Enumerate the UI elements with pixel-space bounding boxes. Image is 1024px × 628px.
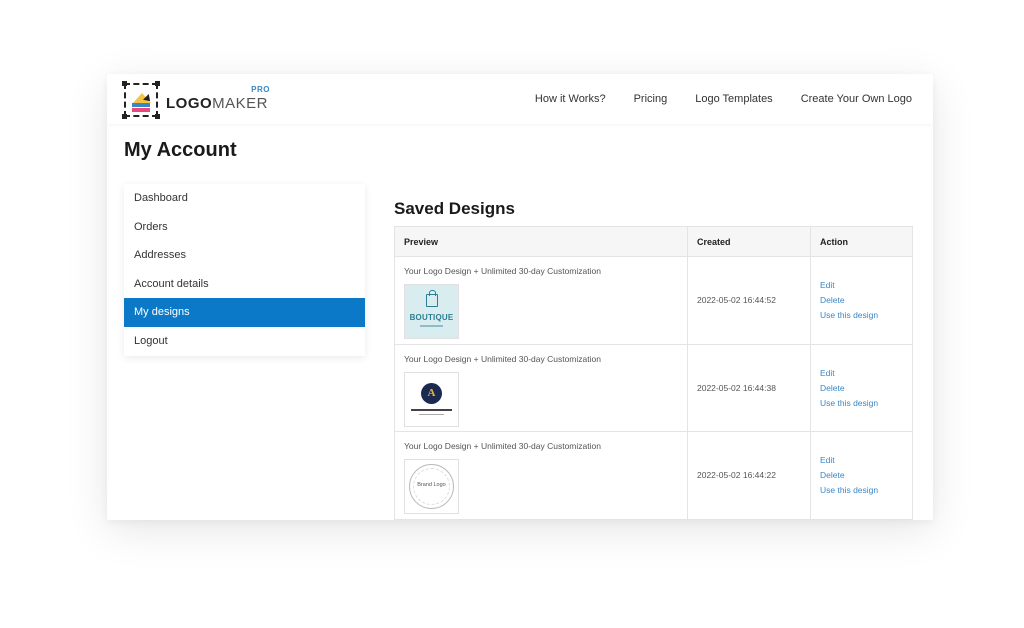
column-header-created: Created bbox=[688, 227, 811, 256]
saved-designs-title: Saved Designs bbox=[394, 199, 515, 218]
app-window: PRO LOGOMAKER How it Works? Pricing Logo… bbox=[107, 74, 933, 520]
action-cell: Edit Delete Use this design bbox=[811, 257, 912, 344]
logo-text-sub: MAKER bbox=[212, 95, 269, 112]
created-date: 2022-05-02 16:44:52 bbox=[697, 295, 776, 306]
account-sidebar: Dashboard Orders Addresses Account detai… bbox=[124, 184, 365, 356]
page-title: My Account bbox=[124, 139, 237, 161]
design-thumbnail[interactable]: Brand Logo bbox=[404, 459, 459, 514]
design-thumbnail[interactable]: BOUTIQUE bbox=[404, 284, 459, 339]
created-date: 2022-05-02 16:44:38 bbox=[697, 382, 776, 393]
created-cell: 2022-05-02 16:44:38 bbox=[688, 344, 811, 431]
action-cell: Edit Delete Use this design bbox=[811, 432, 912, 519]
top-navbar: PRO LOGOMAKER How it Works? Pricing Logo… bbox=[107, 74, 933, 124]
sidebar-item-logout[interactable]: Logout bbox=[124, 327, 365, 356]
thumbnail-text: BOUTIQUE bbox=[409, 313, 454, 322]
column-header-preview: Preview bbox=[395, 227, 688, 256]
logo-mark-icon bbox=[122, 81, 160, 119]
table-row: Your Logo Design + Unlimited 30-day Cust… bbox=[395, 432, 912, 520]
nav-logo-templates[interactable]: Logo Templates bbox=[695, 93, 772, 105]
created-date: 2022-05-02 16:44:22 bbox=[697, 470, 776, 481]
preview-cell: Your Logo Design + Unlimited 30-day Cust… bbox=[395, 432, 688, 519]
nav-pricing[interactable]: Pricing bbox=[634, 93, 668, 105]
edit-link[interactable]: Edit bbox=[820, 280, 912, 290]
letter-a-emblem-icon: A bbox=[421, 382, 442, 404]
shopping-bag-icon bbox=[426, 290, 438, 307]
edit-link[interactable]: Edit bbox=[820, 368, 912, 378]
sidebar-item-addresses[interactable]: Addresses bbox=[124, 241, 365, 270]
edit-link[interactable]: Edit bbox=[820, 455, 912, 465]
table-header: Preview Created Action bbox=[395, 227, 912, 257]
preview-cell: Your Logo Design + Unlimited 30-day Cust… bbox=[395, 344, 688, 431]
saved-designs-table: Preview Created Action Your Logo Design … bbox=[394, 226, 913, 520]
sidebar-item-dashboard[interactable]: Dashboard bbox=[124, 184, 365, 213]
use-design-link[interactable]: Use this design bbox=[820, 485, 912, 495]
action-cell: Edit Delete Use this design bbox=[811, 345, 912, 432]
delete-link[interactable]: Delete bbox=[820, 470, 912, 480]
created-cell: 2022-05-02 16:44:52 bbox=[688, 257, 811, 344]
table-row: Your Logo Design + Unlimited 30-day Cust… bbox=[395, 344, 912, 432]
sidebar-item-orders[interactable]: Orders bbox=[124, 213, 365, 242]
use-design-link[interactable]: Use this design bbox=[820, 310, 912, 320]
nav-create-your-own-logo[interactable]: Create Your Own Logo bbox=[801, 93, 912, 105]
main-nav: How it Works? Pricing Logo Templates Cre… bbox=[535, 74, 912, 124]
logo[interactable]: PRO LOGOMAKER bbox=[122, 81, 271, 119]
created-cell: 2022-05-02 16:44:22 bbox=[688, 432, 811, 519]
logo-text-main: LOGO bbox=[166, 95, 213, 112]
delete-link[interactable]: Delete bbox=[820, 295, 912, 305]
thumbnail-text: Brand Logo bbox=[417, 482, 446, 488]
design-title: Your Logo Design + Unlimited 30-day Cust… bbox=[404, 441, 601, 451]
preview-cell: Your Logo Design + Unlimited 30-day Cust… bbox=[395, 257, 688, 344]
sidebar-item-my-designs[interactable]: My designs bbox=[124, 298, 365, 327]
logo-pro-badge: PRO bbox=[251, 85, 271, 94]
column-header-action: Action bbox=[820, 237, 848, 247]
delete-link[interactable]: Delete bbox=[820, 383, 912, 393]
design-title: Your Logo Design + Unlimited 30-day Cust… bbox=[404, 266, 601, 276]
logo-wordmark: PRO LOGOMAKER bbox=[166, 85, 271, 113]
nav-how-it-works[interactable]: How it Works? bbox=[535, 93, 606, 105]
design-title: Your Logo Design + Unlimited 30-day Cust… bbox=[404, 353, 601, 364]
sidebar-item-account-details[interactable]: Account details bbox=[124, 270, 365, 299]
table-row: Your Logo Design + Unlimited 30-day Cust… bbox=[395, 257, 912, 345]
use-design-link[interactable]: Use this design bbox=[820, 398, 912, 408]
design-thumbnail[interactable]: A bbox=[404, 371, 459, 427]
